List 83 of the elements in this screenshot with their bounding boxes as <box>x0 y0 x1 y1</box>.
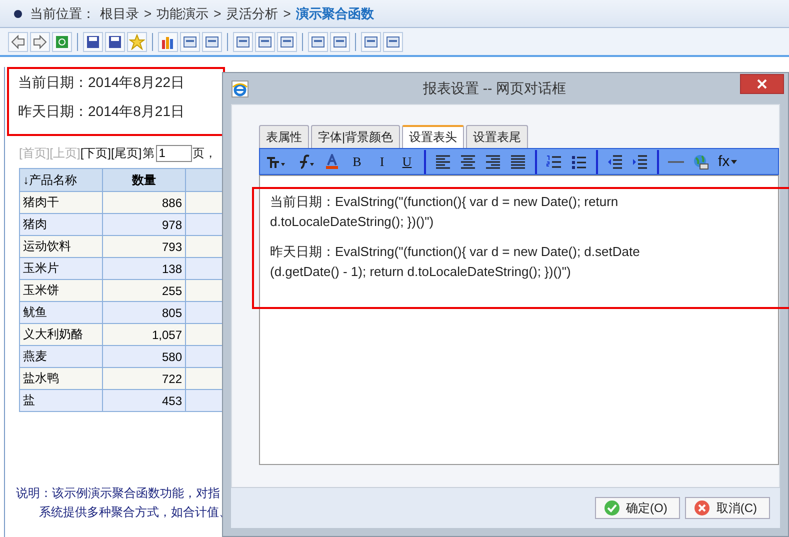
align-icon <box>510 154 526 168</box>
editor-text: 当前日期：EvalString("(function(){ var d = new Date(); return d.toLocaleDateString(); })()") <box>270 193 620 231</box>
format-button[interactable]: I <box>374 152 390 172</box>
toolbar-button[interactable] <box>105 32 125 52</box>
bullet-list-icon <box>571 154 587 168</box>
tab[interactable]: 表属性 <box>259 125 309 148</box>
toolbar-button[interactable] <box>233 32 253 52</box>
tool-icon <box>279 34 295 50</box>
tool-icon <box>10 34 26 50</box>
breadcrumb-separator: > <box>283 6 291 21</box>
editor-text: 昨天日期：EvalString("(function(){ var d = new Date(); d.setDate (d.getDate() - 1); return d.toLocaleDateString(); })()") <box>270 243 641 281</box>
column-header: 数量 <box>102 168 186 192</box>
toolbar-button[interactable] <box>277 32 297 52</box>
outdent-icon <box>607 154 623 168</box>
table-cell: 453 <box>102 390 186 412</box>
editor-area[interactable] <box>259 175 779 465</box>
align-icon <box>435 154 451 168</box>
tool-icon <box>257 34 273 50</box>
cancel-button[interactable]: 取消(C) <box>685 497 770 519</box>
tool-icon <box>32 34 48 50</box>
tab[interactable]: 设置表头 <box>402 125 464 148</box>
tool-icon <box>182 34 198 50</box>
toolbar-button[interactable] <box>361 32 381 52</box>
page-label: 第 <box>142 144 155 162</box>
page-field[interactable]: 1 <box>156 144 192 162</box>
toolbar-button[interactable] <box>30 32 50 52</box>
tool-icon <box>385 34 401 50</box>
cancel-icon <box>694 500 710 516</box>
page-label: 页， <box>192 144 217 162</box>
column-header: ↓产品名称 <box>20 168 102 192</box>
toolbar-button[interactable] <box>83 32 103 52</box>
browser-icon <box>231 80 249 98</box>
toolbar-button[interactable] <box>158 32 178 52</box>
dialog-title: 报表设置 -- 网页对话框 <box>422 80 568 98</box>
date-line: 昨天日期：2014年8月21日 <box>18 103 186 121</box>
tool-icon <box>204 34 220 50</box>
font-color-icon <box>324 154 340 170</box>
pager-link[interactable]: [下页] <box>80 144 112 162</box>
format-button[interactable]: B <box>349 152 365 172</box>
close-button[interactable] <box>740 74 784 94</box>
table-cell: 盐 <box>20 390 102 412</box>
align-icon <box>460 154 476 168</box>
close-icon <box>756 78 768 90</box>
toolbar-button[interactable] <box>8 32 28 52</box>
pager-link[interactable]: [尾页] <box>111 144 142 162</box>
check-icon <box>604 500 620 516</box>
indent-icon <box>632 154 648 168</box>
tool-icon <box>332 34 348 50</box>
tool-icon <box>107 34 123 50</box>
function-button[interactable]: fx <box>718 152 737 172</box>
toolbar-button[interactable] <box>383 32 403 52</box>
tool-icon <box>85 34 101 50</box>
breadcrumb-separator: > <box>214 6 222 21</box>
globe-icon <box>693 154 709 170</box>
tool-icon <box>129 34 145 50</box>
tool-icon <box>235 34 251 50</box>
caret-icon <box>730 160 737 164</box>
note-text: 说明：该示例演示聚合函数功能，对指 <box>16 485 220 502</box>
tool-icon <box>54 34 70 50</box>
numbered-list-icon <box>546 154 562 168</box>
breadcrumb-current: 演示聚合函数 <box>296 4 374 22</box>
breadcrumb-separator: > <box>144 6 152 21</box>
toolbar-button[interactable] <box>180 32 200 52</box>
date-line: 当前日期：2014年8月22日 <box>18 74 186 92</box>
ok-button[interactable]: 确定(O) <box>595 497 680 519</box>
tool-icon <box>310 34 326 50</box>
toolbar-button[interactable] <box>202 32 222 52</box>
format-button[interactable]: U <box>399 152 415 172</box>
breadcrumb-link[interactable]: 根目录 <box>100 4 139 22</box>
breadcrumb-link[interactable]: 灵活分析 <box>226 4 278 22</box>
horizontal-rule-icon <box>668 160 684 164</box>
bullet-icon <box>14 10 22 18</box>
tab[interactable]: 设置表尾 <box>466 125 528 148</box>
breadcrumb-label: 当前位置： <box>30 4 95 22</box>
toolbar-button[interactable] <box>330 32 350 52</box>
toolbar-button[interactable] <box>308 32 328 52</box>
align-icon <box>485 154 501 168</box>
breadcrumb-link[interactable]: 功能演示 <box>156 4 209 22</box>
toolbar-button[interactable] <box>255 32 275 52</box>
font-color-button[interactable] <box>324 152 340 172</box>
tab[interactable]: 字体|背景颜色 <box>311 125 400 148</box>
toolbar-button[interactable] <box>52 32 72 52</box>
tool-icon <box>363 34 379 50</box>
